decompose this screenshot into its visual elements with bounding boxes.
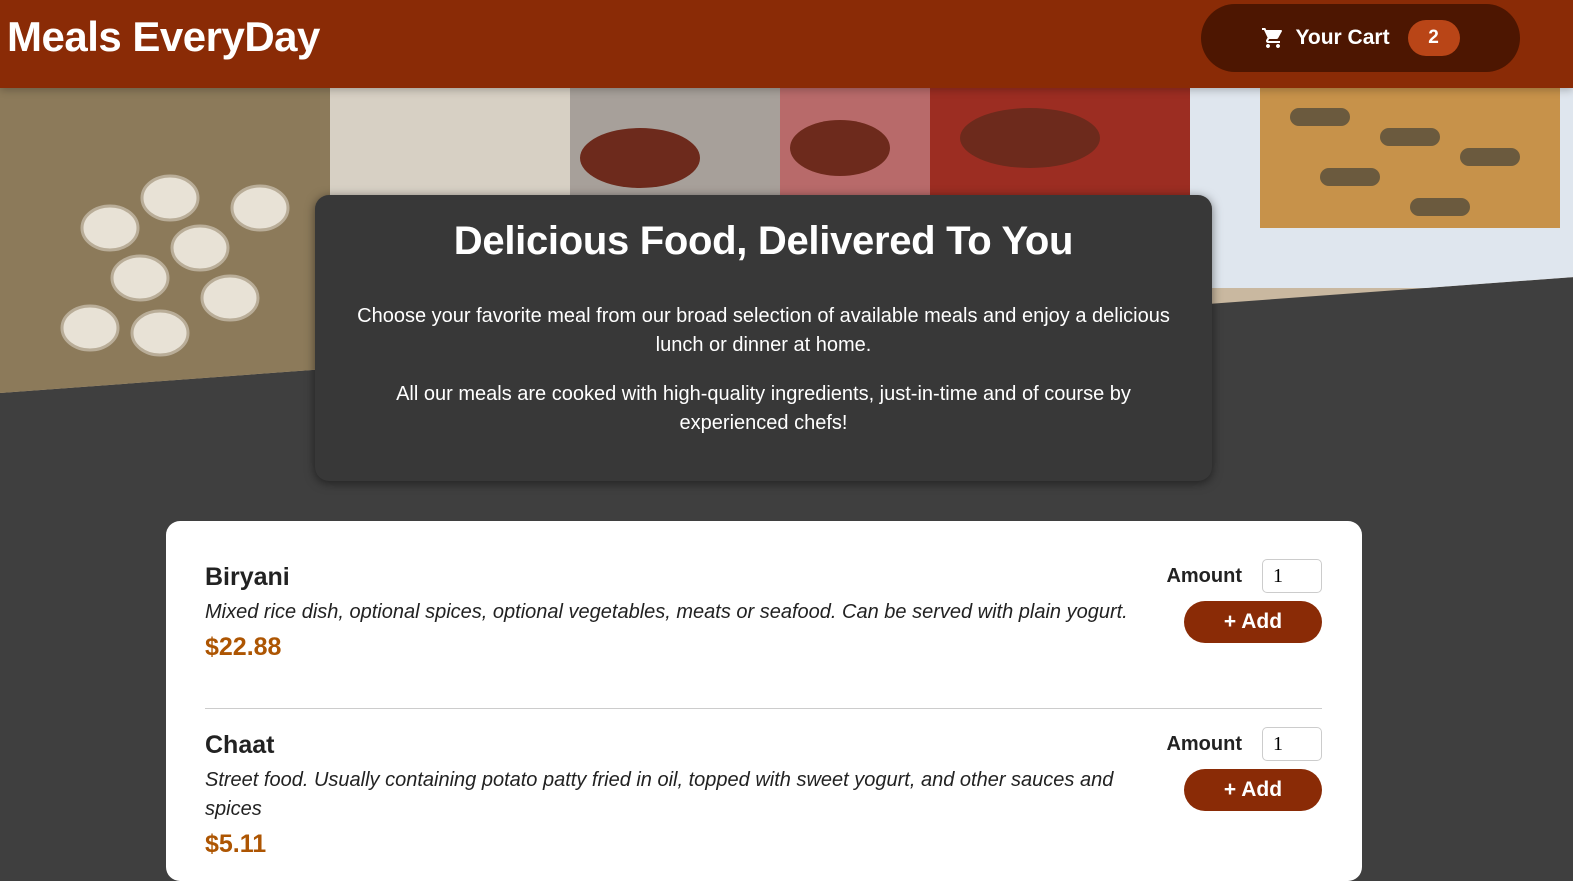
cart-count-badge: 2 — [1407, 20, 1460, 56]
meal-item: Chaat Street food. Usually containing po… — [205, 709, 1322, 859]
meals-list: Biryani Mixed rice dish, optional spices… — [166, 521, 1362, 881]
cart-label: Your Cart — [1295, 26, 1390, 49]
add-button[interactable]: + Add — [1184, 601, 1322, 643]
meal-form: Amount + Add — [1162, 727, 1322, 811]
app-header: Meals EveryDay Your Cart 2 — [0, 0, 1573, 88]
meal-form: Amount + Add — [1162, 559, 1322, 643]
meal-name: Biryani — [205, 563, 290, 591]
cart-button[interactable]: Your Cart 2 — [1201, 4, 1520, 72]
meal-price: $22.88 — [205, 633, 282, 661]
summary-paragraph-2: All our meals are cooked with high-quali… — [396, 383, 1131, 434]
amount-input[interactable] — [1262, 727, 1322, 761]
amount-label: Amount — [1166, 732, 1242, 755]
meal-description: Mixed rice dish, optional spices, option… — [205, 601, 1128, 623]
amount-input[interactable] — [1262, 559, 1322, 593]
meal-name: Chaat — [205, 731, 275, 759]
amount-label: Amount — [1166, 564, 1242, 587]
summary-paragraph-1: Choose your favorite meal from our broad… — [357, 305, 1170, 356]
summary-heading: Delicious Food, Delivered To You — [453, 219, 1074, 263]
summary-card: Delicious Food, Delivered To You Choose … — [315, 195, 1212, 481]
cart-icon — [1261, 26, 1285, 50]
meal-item: Biryani Mixed rice dish, optional spices… — [205, 559, 1322, 709]
meal-price: $5.11 — [205, 830, 267, 858]
add-button[interactable]: + Add — [1184, 769, 1322, 811]
app-title: Meals EveryDay — [7, 13, 320, 60]
meal-description: Street food. Usually containing potato p… — [205, 769, 1114, 820]
